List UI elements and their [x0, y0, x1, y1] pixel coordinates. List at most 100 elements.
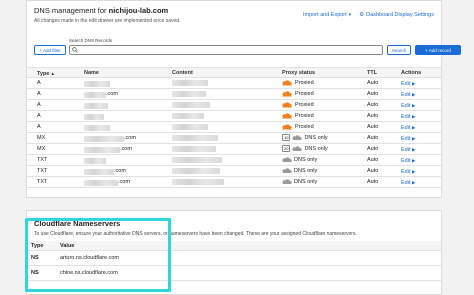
record-name: .com — [84, 133, 136, 144]
proxy-status: Proxied — [282, 111, 314, 122]
record-content — [172, 100, 210, 111]
edit-link[interactable]: Edit ▶ — [401, 111, 415, 122]
plus-icon: + — [39, 47, 42, 53]
record-content — [172, 144, 216, 155]
import-export-label: Import and Export — [302, 12, 347, 18]
proxy-status: 10 DNS only — [282, 133, 328, 144]
arrow-right-icon: ▶ — [412, 169, 416, 174]
arrow-right-icon: ▶ — [412, 81, 416, 86]
proxy-status: Proxied — [282, 89, 314, 100]
redacted-content — [172, 123, 208, 130]
redacted-content — [172, 167, 220, 174]
edit-link[interactable]: Edit ▶ — [401, 144, 415, 155]
arrow-right-icon: ▶ — [412, 103, 416, 108]
dns-management-card: DNS management for nichijou-lab.com All … — [26, 0, 461, 198]
edit-label: Edit — [401, 125, 411, 131]
record-content — [172, 89, 206, 100]
arrow-right-icon: ▶ — [412, 114, 416, 119]
edit-label: Edit — [401, 169, 411, 175]
record-type: A — [37, 80, 41, 86]
arrow-right-icon: ▶ — [412, 147, 416, 152]
arrow-right-icon: ▶ — [412, 158, 416, 163]
page: DNS management for nichijou-lab.com All … — [0, 0, 474, 295]
table-row[interactable]: TXT DNS only Auto Edit ▶ — [27, 155, 441, 166]
table-row[interactable]: A Proxied Auto Edit ▶ — [27, 100, 441, 111]
grey-cloud-icon — [282, 178, 292, 184]
edit-link[interactable]: Edit ▶ — [401, 122, 415, 133]
proxy-status: 20 DNS only — [282, 144, 328, 155]
edit-link[interactable]: Edit ▶ — [401, 78, 415, 89]
redacted-content — [172, 134, 218, 141]
redacted-content — [172, 145, 216, 152]
table-row[interactable]: TXT .com DNS only Auto Edit ▶ — [27, 177, 441, 188]
proxy-status-label: DNS only — [294, 179, 318, 185]
record-content — [172, 133, 218, 144]
redacted-name — [84, 80, 110, 87]
edit-link[interactable]: Edit ▶ — [401, 155, 415, 166]
grey-cloud-icon — [282, 156, 292, 162]
record-ttl: Auto — [367, 80, 379, 86]
arrow-right-icon: ▶ — [412, 125, 416, 130]
orange-cloud-icon — [282, 123, 292, 130]
orange-cloud-icon — [282, 79, 292, 86]
search-icon — [72, 47, 78, 53]
edit-link[interactable]: Edit ▶ — [401, 89, 415, 100]
chevron-down-icon: ▾ — [348, 12, 352, 18]
edit-label: Edit — [401, 92, 411, 98]
record-type: MX — [37, 146, 46, 152]
edit-label: Edit — [401, 103, 411, 109]
edit-label: Edit — [401, 81, 411, 87]
record-ttl: Auto — [367, 113, 379, 119]
proxy-status: DNS only — [282, 177, 317, 188]
redacted-name — [84, 146, 120, 153]
table-header: Type▲ Name Content Proxy status TTL Acti… — [27, 67, 441, 78]
record-type: A — [37, 124, 41, 130]
proxy-status-label: DNS only — [294, 168, 318, 174]
edit-link[interactable]: Edit ▶ — [401, 177, 415, 188]
add-filter-button[interactable]: + Add filter — [34, 45, 66, 55]
record-name-suffix: .com — [120, 146, 132, 152]
orange-cloud-icon — [282, 101, 292, 108]
record-name-suffix: .com — [114, 168, 126, 174]
proxy-status-label: DNS only — [304, 135, 328, 141]
table-row[interactable]: A Proxied Auto Edit ▶ — [27, 122, 441, 133]
edit-label: Edit — [401, 136, 411, 142]
orange-cloud-icon — [282, 90, 292, 97]
redacted-content — [172, 112, 204, 119]
record-ttl: Auto — [367, 146, 379, 152]
add-record-button[interactable]: + Add record — [415, 45, 461, 55]
header-links: Import and Export ▾ ⚙ Dashboard Display … — [303, 12, 434, 18]
record-type: MX — [37, 135, 46, 141]
add-filter-label: Add filter — [42, 47, 61, 53]
proxy-status: DNS only — [282, 166, 317, 177]
proxy-status-label: Proxied — [295, 124, 314, 130]
proxy-status-label: DNS only — [304, 146, 328, 152]
record-ttl: Auto — [367, 102, 379, 108]
edit-link[interactable]: Edit ▶ — [401, 166, 415, 177]
record-content — [172, 177, 224, 188]
sort-up-icon: ▲ — [50, 71, 55, 76]
record-type: A — [37, 102, 41, 108]
record-ttl: Auto — [367, 157, 379, 163]
redacted-name — [84, 157, 106, 164]
edit-link[interactable]: Edit ▶ — [401, 133, 415, 144]
search-button[interactable]: Search — [387, 45, 411, 55]
arrow-right-icon: ▶ — [412, 136, 416, 141]
dashboard-settings-label: Dashboard Display Settings — [366, 12, 434, 18]
record-ttl: Auto — [367, 135, 379, 141]
proxy-status: Proxied — [282, 122, 314, 133]
import-export-link[interactable]: Import and Export ▾ — [303, 12, 351, 18]
table-row[interactable]: MX .com 20 DNS only Auto Edit ▶ — [27, 144, 441, 155]
table-row[interactable]: A Proxied Auto Edit ▶ — [27, 111, 441, 122]
record-name — [84, 111, 104, 122]
record-name: .com — [84, 166, 126, 177]
redacted-name — [84, 102, 108, 109]
search-input[interactable] — [69, 45, 383, 55]
table-row[interactable]: A Proxied Auto Edit ▶ — [27, 78, 441, 89]
table-row[interactable]: A .com Proxied Auto Edit ▶ — [27, 89, 441, 100]
dashboard-settings-link[interactable]: ⚙ Dashboard Display Settings — [359, 12, 434, 18]
highlight-box — [25, 218, 171, 292]
edit-link[interactable]: Edit ▶ — [401, 100, 415, 111]
table-row[interactable]: MX .com 10 DNS only Auto Edit ▶ — [27, 133, 441, 144]
table-row[interactable]: TXT .com DNS only Auto Edit ▶ — [27, 166, 441, 177]
